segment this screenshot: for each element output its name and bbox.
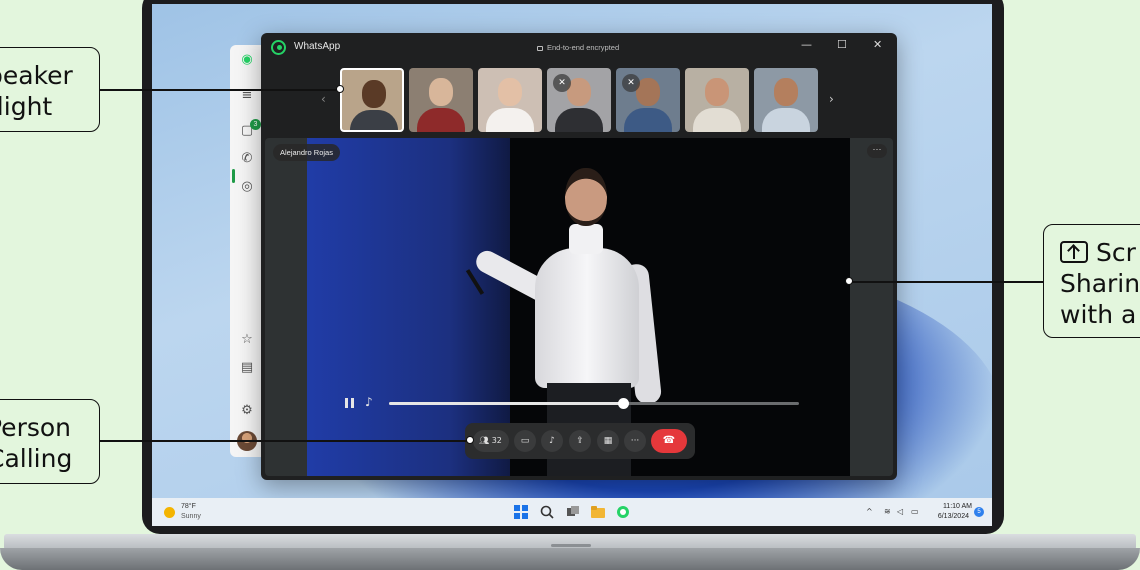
notification-badge[interactable]: 5 bbox=[974, 507, 984, 517]
leader-dot bbox=[845, 277, 853, 285]
share-screen-icon bbox=[1060, 241, 1088, 263]
participant-thumbnail[interactable]: ✕ bbox=[547, 68, 611, 132]
layout-icon[interactable]: ▦ bbox=[597, 430, 619, 452]
leader-dot bbox=[336, 85, 344, 93]
end-call-button[interactable]: ☎ bbox=[651, 429, 687, 453]
task-view-icon[interactable] bbox=[566, 505, 580, 519]
file-explorer-icon[interactable] bbox=[591, 505, 605, 519]
media-controls: ♪ bbox=[341, 395, 811, 411]
whatsapp-logo-icon: ◉ bbox=[241, 52, 253, 67]
pause-icon[interactable] bbox=[345, 398, 354, 408]
muted-mic-icon: ✕ bbox=[622, 74, 640, 92]
volume-icon[interactable]: ♪ bbox=[365, 395, 373, 409]
minimize-button[interactable]: — bbox=[801, 38, 812, 51]
callout-screen-sharing: Scr Sharin with a bbox=[1043, 224, 1140, 338]
chevron-up-icon[interactable]: ^ bbox=[866, 507, 873, 516]
wifi-icon[interactable]: ≋ bbox=[884, 507, 891, 516]
archive-icon[interactable]: ▤ bbox=[238, 359, 256, 377]
laptop-notch bbox=[551, 544, 591, 547]
chevron-right-icon[interactable]: › bbox=[829, 92, 834, 106]
whatsapp-logo-icon bbox=[271, 40, 286, 55]
share-screen-icon[interactable]: ⇪ bbox=[569, 430, 591, 452]
leader-dot bbox=[466, 436, 474, 444]
video-icon[interactable]: ▭ bbox=[514, 430, 536, 452]
leader-line bbox=[100, 440, 470, 442]
close-button[interactable]: ✕ bbox=[873, 38, 882, 51]
call-controls: 👥︎ 32 ▭ ♪ ⇪ ▦ ··· ☎ bbox=[465, 423, 695, 459]
encryption-label: End-to-end encrypted bbox=[537, 43, 619, 52]
speaker-icon[interactable]: ◁ bbox=[897, 507, 903, 516]
chevron-left-icon[interactable]: ‹ bbox=[321, 92, 326, 106]
people-icon: 👥︎ bbox=[479, 436, 490, 445]
chats-badge: 3 bbox=[250, 119, 261, 130]
participant-thumbnail[interactable] bbox=[754, 68, 818, 132]
starred-icon[interactable]: ☆ bbox=[238, 331, 256, 349]
speaker-person bbox=[565, 168, 607, 226]
battery-icon[interactable]: ▭ bbox=[911, 507, 919, 516]
title-bar: WhatsApp End-to-end encrypted — ☐ ✕ bbox=[261, 33, 897, 61]
laptop-base-front bbox=[0, 548, 1140, 570]
callout-32-person-calling: Person Calling bbox=[0, 399, 100, 484]
maximize-button[interactable]: ☐ bbox=[837, 38, 847, 51]
main-stage: Alejandro Rojas ··· ♪ 👥︎ 32 ▭ ♪ ⇪ ▦ ··· … bbox=[265, 138, 893, 476]
progress-fill bbox=[389, 402, 623, 405]
status-icon[interactable]: ◎ bbox=[238, 178, 256, 196]
settings-icon[interactable]: ⚙ bbox=[238, 402, 256, 420]
participant-thumbnail[interactable] bbox=[478, 68, 542, 132]
leader-line bbox=[100, 89, 340, 91]
lock-icon bbox=[537, 46, 543, 51]
participant-thumbnail[interactable] bbox=[685, 68, 749, 132]
sun-icon bbox=[164, 507, 175, 518]
weather-condition[interactable]: Sunny bbox=[181, 513, 201, 520]
clock-date[interactable]: 6/13/2024 bbox=[933, 513, 969, 520]
participant-thumbnail[interactable] bbox=[409, 68, 473, 132]
clock-time[interactable]: 11:10 AM bbox=[936, 503, 972, 510]
more-options-icon[interactable]: ··· bbox=[624, 430, 646, 452]
weather-temp[interactable]: 78°F bbox=[181, 503, 196, 510]
participant-strip: ‹ ✕ ✕ › bbox=[261, 68, 897, 134]
progress-knob[interactable] bbox=[617, 398, 629, 409]
progress-track[interactable] bbox=[389, 398, 799, 409]
muted-mic-icon: ✕ bbox=[553, 74, 571, 92]
start-icon[interactable] bbox=[514, 505, 528, 519]
participant-thumbnail[interactable] bbox=[340, 68, 404, 132]
mic-icon[interactable]: ♪ bbox=[541, 430, 563, 452]
participant-thumbnail[interactable]: ✕ bbox=[616, 68, 680, 132]
leader-line bbox=[850, 281, 1043, 283]
search-icon[interactable] bbox=[540, 505, 554, 519]
participants-button[interactable]: 👥︎ 32 bbox=[473, 430, 509, 452]
call-window: WhatsApp End-to-end encrypted — ☐ ✕ ‹ ✕ … bbox=[261, 33, 897, 480]
stage-more-button[interactable]: ··· bbox=[867, 144, 887, 158]
calls-icon[interactable]: ✆ bbox=[238, 150, 256, 168]
callout-speaker-spotlight: peaker tlight bbox=[0, 47, 100, 132]
speaker-name-chip: Alejandro Rojas bbox=[273, 144, 340, 161]
active-indicator bbox=[232, 169, 235, 183]
taskbar: 78°F Sunny ^ ≋ ◁ ▭ 11:10 AM 6/13/2024 5 bbox=[152, 498, 992, 526]
app-title: WhatsApp bbox=[294, 41, 341, 52]
whatsapp-taskbar-icon[interactable] bbox=[616, 505, 630, 519]
